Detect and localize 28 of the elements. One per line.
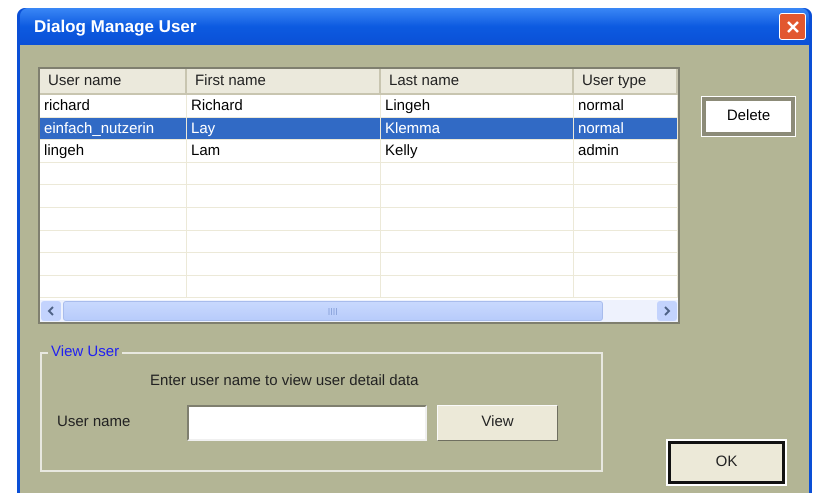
table-cell: Lay xyxy=(187,118,381,140)
column-header[interactable]: First name xyxy=(187,69,381,95)
table-cell: admin xyxy=(574,140,678,163)
scroll-thumb[interactable] xyxy=(63,301,603,321)
delete-button[interactable]: Delete xyxy=(702,97,795,136)
scroll-right-button[interactable] xyxy=(657,301,677,321)
table-row[interactable]: einfach_nutzerin Lay Klemma normal xyxy=(40,118,678,140)
table-cell: Klemma xyxy=(381,118,574,140)
close-icon xyxy=(786,20,800,34)
table-row[interactable]: lingeh Lam Kelly admin xyxy=(40,140,678,163)
instruction-text: Enter user name to view user detail data xyxy=(150,371,420,391)
user-name-input[interactable] xyxy=(187,404,427,440)
horizontal-scrollbar[interactable] xyxy=(40,300,678,322)
view-button[interactable]: View xyxy=(437,404,558,440)
column-header[interactable]: User name xyxy=(40,69,187,95)
table-cell: Kelly xyxy=(381,140,574,163)
grip-icon xyxy=(328,308,338,314)
window-title: Dialog Manage User xyxy=(34,16,196,38)
table-cell: Lam xyxy=(187,140,381,163)
table-cell: lingeh xyxy=(40,140,187,163)
table-cell: einfach_nutzerin xyxy=(40,118,187,140)
user-name-label: User name xyxy=(57,412,132,432)
table-cell: normal xyxy=(574,118,678,140)
scroll-left-button[interactable] xyxy=(41,301,61,321)
column-header[interactable]: Last name xyxy=(381,69,574,95)
column-header[interactable]: User type xyxy=(574,69,678,95)
ok-button[interactable]: OK xyxy=(668,441,785,484)
close-button[interactable] xyxy=(779,13,806,40)
